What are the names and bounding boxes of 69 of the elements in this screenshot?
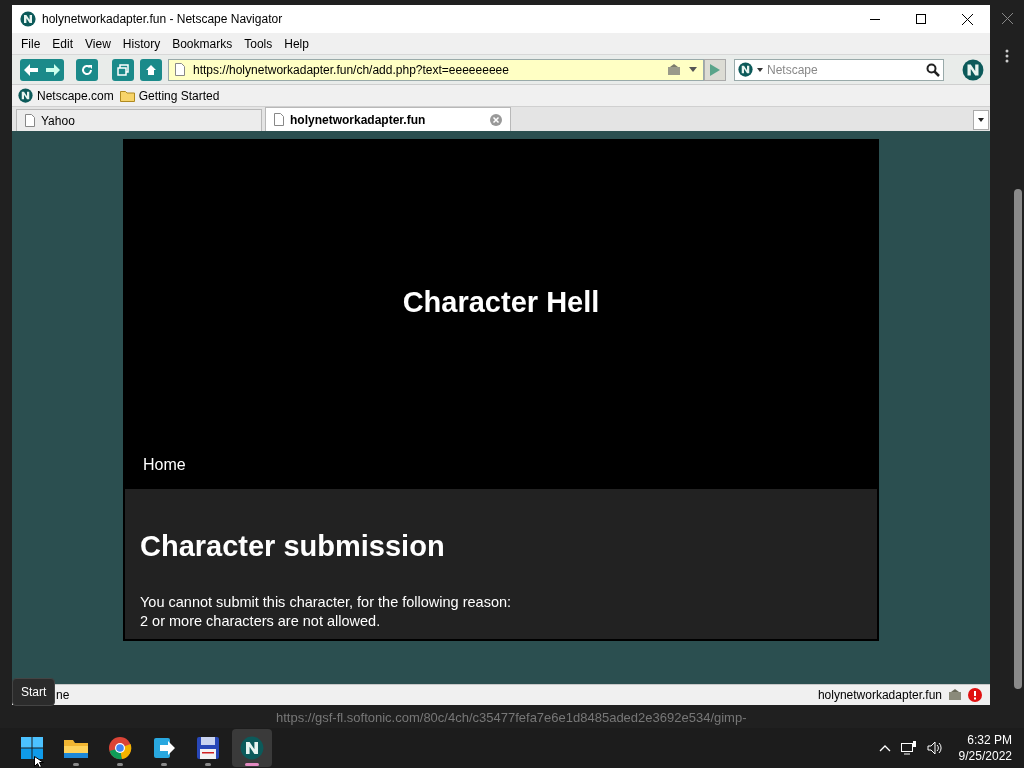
back-forward-button[interactable]: [20, 58, 64, 81]
status-domain: holynetworkadapter.fun: [817, 687, 942, 704]
certificate-icon: [948, 689, 962, 701]
menu-item[interactable]: History: [117, 34, 166, 53]
menu-item[interactable]: Help: [279, 34, 314, 53]
maximize-icon: [916, 14, 926, 24]
mouse-cursor-icon: [34, 756, 44, 768]
menu-item[interactable]: View: [80, 34, 116, 53]
search-field[interactable]: Netscape: [767, 60, 922, 79]
app-icon: [20, 11, 36, 27]
section-heading: Character submission: [140, 529, 446, 564]
browser-tab[interactable]: Yahoo: [16, 109, 262, 131]
windows-logo-icon: [20, 736, 44, 760]
play-arrow-icon: [710, 63, 720, 76]
menu-item[interactable]: Tools: [239, 34, 278, 53]
network-icon[interactable]: [900, 741, 917, 755]
search-icon: [926, 62, 940, 77]
transfer-icon: [152, 736, 176, 760]
forward-arrow-icon: [46, 63, 60, 76]
scrollbar-thumb[interactable]: [1014, 189, 1022, 689]
home-icon: [145, 63, 157, 76]
start-tooltip: Start: [12, 678, 56, 706]
search-engine-icon: [738, 62, 753, 77]
back-arrow-icon: [24, 63, 38, 76]
netscape-logo-icon: [962, 58, 984, 81]
minimize-icon: [870, 18, 880, 20]
status-text: ne: [56, 687, 70, 704]
page-icon: [274, 113, 284, 126]
more-options-icon: [1005, 49, 1009, 63]
netscape-logo-icon: [240, 736, 264, 760]
windows-stack-icon: [117, 63, 129, 76]
bookmark-item[interactable]: Getting Started: [119, 86, 220, 105]
message-text: You cannot submit this character, for the following reason:: [140, 592, 513, 612]
taskbar-app[interactable]: [232, 729, 272, 767]
dropdown-caret-icon: [757, 67, 763, 72]
clock-date: 9/25/2022: [958, 748, 1012, 764]
tab-list-button[interactable]: [973, 110, 989, 130]
message-text: 2 or more characters are not allowed.: [140, 611, 382, 631]
reload-icon: [81, 63, 93, 76]
nav-link[interactable]: Home: [143, 453, 186, 477]
page-icon: [175, 63, 185, 76]
close-icon: [961, 13, 973, 25]
clock-time: 6:32 PM: [967, 732, 1012, 748]
site-title: Character Hell: [402, 285, 600, 321]
close-tab-icon: [490, 113, 502, 126]
menu-item[interactable]: File: [16, 34, 46, 53]
background-url-text: https://gsf-fl.softonic.com/80c/4ch/c35477fefa7e6e1d8485aded2e3692e534/gimp-: [276, 710, 747, 725]
menu-item[interactable]: Edit: [47, 34, 79, 53]
dropdown-caret-icon: [689, 67, 697, 72]
page-icon: [25, 114, 35, 127]
browser-tab[interactable]: holynetworkadapter.fun: [265, 107, 511, 131]
address-bar[interactable]: https://holynetworkadapter.fun/ch/add.php?text=eeeeeeeee: [168, 58, 704, 81]
new-window-button[interactable]: [112, 58, 134, 81]
home-button[interactable]: [140, 58, 162, 81]
menu-item[interactable]: Bookmarks: [167, 34, 238, 53]
close-icon: [1001, 13, 1013, 24]
dropdown-caret-icon: [978, 118, 984, 122]
window-title: holynetworkadapter.fun - Netscape Navigator: [42, 11, 283, 28]
chevron-up-icon[interactable]: [878, 744, 891, 752]
speaker-icon[interactable]: [926, 741, 943, 755]
bookmark-item[interactable]: Netscape.com: [18, 86, 114, 105]
netscape-logo-icon: [18, 88, 33, 103]
reload-button[interactable]: [76, 58, 98, 81]
chrome-icon: [108, 736, 132, 760]
error-icon: [968, 688, 982, 702]
folder-icon: [119, 89, 135, 102]
certificate-icon: [667, 63, 681, 76]
address-field[interactable]: https://holynetworkadapter.fun/ch/add.php?text=eeeeeeeee: [193, 60, 659, 79]
search-bar[interactable]: Netscape: [734, 58, 944, 81]
